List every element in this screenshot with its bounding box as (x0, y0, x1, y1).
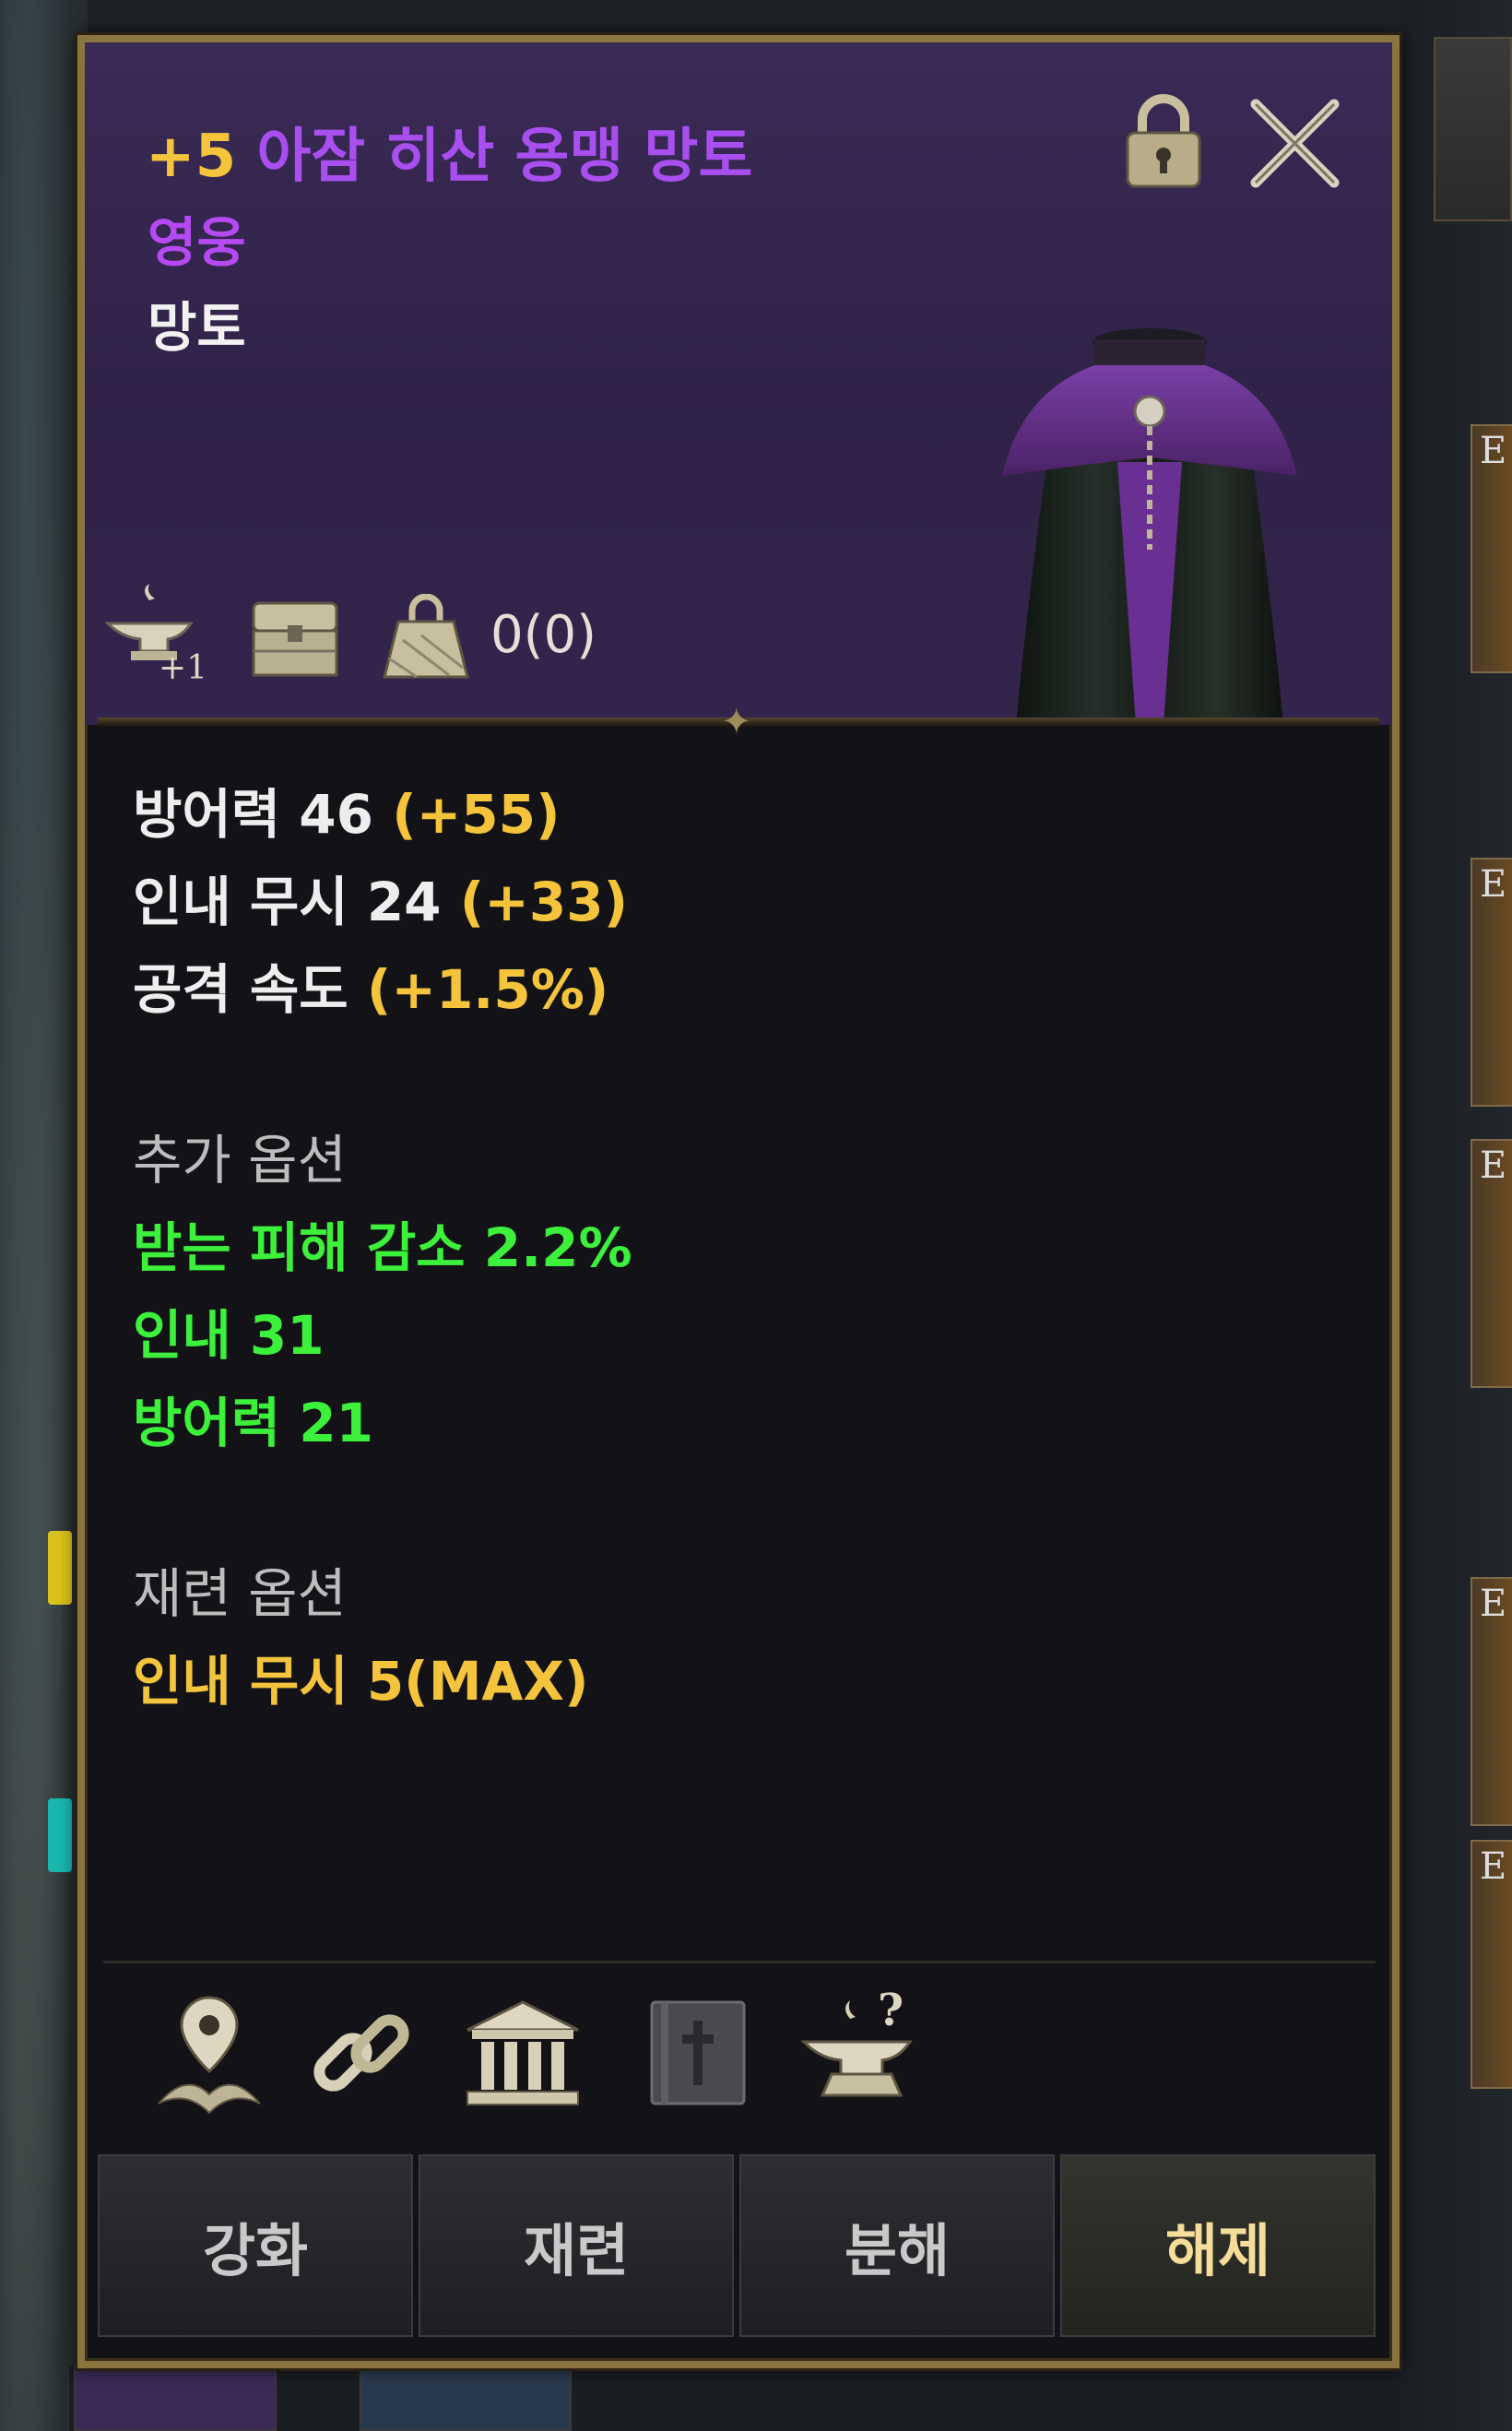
trade-bag-icon (380, 593, 472, 685)
enhance-button[interactable]: 강화 (98, 2154, 413, 2337)
background-teal-tag (48, 1798, 72, 1872)
dismantle-button[interactable]: 분해 (739, 2154, 1055, 2337)
lock-icon[interactable] (1122, 90, 1205, 192)
chain-link-icon[interactable] (306, 1998, 417, 2112)
item-grade: 영웅 (148, 211, 246, 274)
item-title: +5 아잠 히산 용맹 망토 (146, 109, 752, 194)
cloak-item-image (965, 301, 1334, 734)
item-type: 망토 (148, 296, 246, 359)
storage-chest-icon (249, 596, 341, 682)
additional-option: 받는 피해 감소 2.2% (133, 1216, 632, 1279)
equipment-slot[interactable] (360, 2366, 572, 2431)
game-background-left (0, 0, 88, 2431)
tools-divider (103, 1961, 1376, 1963)
side-slot[interactable]: E (1471, 424, 1512, 673)
item-tooltip-panel: +5 아잠 히산 용맹 망토 영웅 망토 +1 0(0) ✦ 방어력 46 (+… (75, 32, 1402, 2371)
side-slot[interactable]: E (1471, 1577, 1512, 1826)
anvil-question-icon[interactable]: ? (799, 1985, 928, 2110)
refine-button[interactable]: 재련 (419, 2154, 734, 2337)
stat-line: 공격 속도 (+1.5%) (133, 958, 609, 1021)
location-pin-icon[interactable] (149, 1988, 269, 2121)
additional-option: 인내 31 (133, 1304, 325, 1367)
background-yellow-tag (48, 1531, 72, 1605)
side-slot[interactable]: E (1471, 858, 1512, 1107)
side-slot[interactable]: E (1471, 1840, 1512, 2089)
bank-building-icon[interactable] (463, 1998, 583, 2112)
equipment-slot[interactable] (74, 2366, 277, 2431)
refine-options-heading: 재련 옵션 (133, 1562, 347, 1625)
additional-option: 방어력 21 (133, 1392, 373, 1454)
enhance-level: +5 (146, 123, 237, 191)
additional-options-heading: 추가 옵션 (133, 1129, 347, 1192)
divider-ornament-icon: ✦ (721, 701, 752, 743)
stat-line: 방어력 46 (+55) (133, 783, 561, 846)
refine-option: 인내 무시 5(MAX) (133, 1650, 589, 1713)
unequip-button[interactable]: 해제 (1060, 2154, 1376, 2337)
book-tome-icon[interactable] (647, 1998, 749, 2112)
item-header: +5 아잠 히산 용맹 망토 영웅 망토 +1 0(0) (85, 42, 1392, 725)
svg-text:?: ? (878, 1986, 904, 2036)
close-icon[interactable] (1242, 90, 1348, 196)
side-slot[interactable]: E (1471, 1139, 1512, 1388)
item-name: 아잠 히산 용맹 망토 (256, 123, 753, 191)
stat-line: 인내 무시 24 (+33) (133, 871, 629, 933)
svg-text:+1: +1 (159, 649, 205, 683)
inventory-icon[interactable] (1434, 37, 1512, 221)
anvil-plus-icon: +1 (103, 582, 207, 687)
trade-count: 0(0) (490, 605, 597, 665)
action-button-row: 강화 재련 분해 해제 (98, 2154, 1376, 2339)
